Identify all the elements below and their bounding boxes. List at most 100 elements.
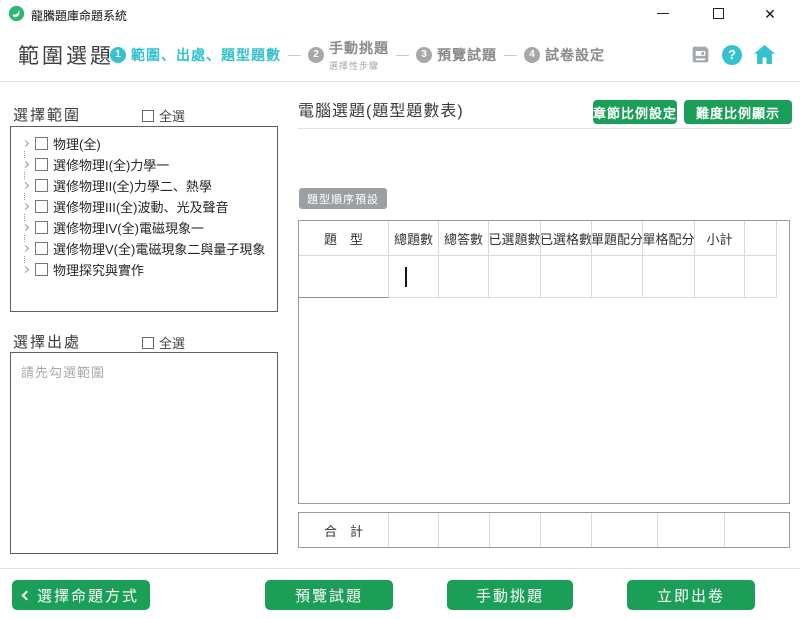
- step-2-number: 2: [308, 47, 324, 63]
- step-2-manual-pick[interactable]: 2 手動挑題 選擇性步驟: [308, 38, 389, 72]
- source-placeholder: 請先勾選範圍: [21, 365, 105, 380]
- page-title: 範圍選題: [18, 27, 114, 82]
- tree-item-label: 選修物理V(全)電磁現象二與量子現象: [53, 239, 265, 258]
- total-cell: [439, 513, 490, 547]
- col-header-subtotal: 小計: [695, 221, 745, 256]
- close-icon: ✕: [764, 7, 776, 21]
- expand-chevron-icon[interactable]: [18, 242, 32, 256]
- col-header-total-questions: 總題數: [389, 221, 439, 256]
- tree-item-checkbox[interactable]: [35, 221, 48, 234]
- col-header-question-type: 題 型: [299, 221, 389, 256]
- question-type-table: 題 型 總題數 總答數 已選題數 已選格數 單題配分 單格配分 小計: [298, 220, 790, 504]
- computer-selection-title: 電腦選題(題型題數表): [298, 97, 464, 121]
- maximize-icon: [713, 8, 724, 19]
- tree-item-inquiry-practice[interactable]: 物理探究與實作: [18, 259, 277, 280]
- home-button[interactable]: [753, 44, 776, 65]
- save-floppy-icon: [690, 44, 711, 65]
- question-mark-icon: ?: [728, 47, 736, 62]
- tree-item-physics-all[interactable]: 物理(全): [18, 133, 277, 154]
- range-tree-panel: 物理(全) 選修物理I(全)力學一 選修物理II(全)力學二、熱學 選修物理II…: [10, 126, 278, 312]
- page-header: 範圍選題 1 範圍、出處、題型題數 — 2 手動挑題 選擇性步驟 — 3 預覽試…: [0, 27, 800, 82]
- tree-item-checkbox[interactable]: [35, 137, 48, 150]
- range-select-all[interactable]: 全選: [142, 106, 185, 125]
- total-label-cell: 合 計: [299, 513, 389, 547]
- home-icon: [753, 44, 776, 65]
- range-select-all-checkbox[interactable]: [142, 110, 154, 122]
- table-cell-selected-blanks[interactable]: [541, 256, 592, 298]
- table-cell-points-per-blank[interactable]: [643, 256, 695, 298]
- tree-item-checkbox[interactable]: [35, 263, 48, 276]
- expand-chevron-icon[interactable]: [18, 200, 32, 214]
- back-to-method-button[interactable]: 選擇命題方式: [12, 580, 150, 610]
- table-cell-question-type[interactable]: [299, 256, 389, 298]
- minimize-button[interactable]: [646, 0, 680, 27]
- text-cursor: [405, 267, 407, 287]
- tree-item-elective-4[interactable]: 選修物理IV(全)電磁現象一: [18, 217, 277, 238]
- total-cell: [592, 513, 658, 547]
- close-button[interactable]: ✕: [753, 0, 787, 27]
- col-header-selected-questions: 已選題數: [489, 221, 541, 256]
- step-separator: —: [288, 47, 301, 62]
- footer-divider: [0, 568, 800, 569]
- step-1-label: 範圍、出處、題型題數: [131, 45, 281, 65]
- range-select-all-label: 全選: [159, 106, 185, 125]
- table-cell-selected-questions[interactable]: [489, 256, 541, 298]
- col-header-points-per-question: 單題配分: [592, 221, 643, 256]
- table-cell-empty: [745, 256, 777, 298]
- expand-chevron-icon[interactable]: [18, 221, 32, 235]
- col-header-points-per-blank: 單格配分: [643, 221, 695, 256]
- expand-chevron-icon[interactable]: [18, 158, 32, 172]
- tree-item-checkbox[interactable]: [35, 200, 48, 213]
- table-cell-subtotal[interactable]: [695, 256, 745, 298]
- expand-chevron-icon[interactable]: [18, 137, 32, 151]
- source-select-all-label: 全選: [159, 333, 185, 352]
- save-button[interactable]: [690, 44, 711, 65]
- tree-item-elective-5[interactable]: 選修物理V(全)電磁現象二與量子現象: [18, 238, 277, 259]
- step-1-range[interactable]: 1 範圍、出處、題型題數: [110, 45, 281, 65]
- step-2-label: 手動挑題: [329, 38, 389, 58]
- tree-item-elective-1[interactable]: 選修物理I(全)力學一: [18, 154, 277, 175]
- tree-item-label: 選修物理IV(全)電磁現象一: [53, 218, 204, 237]
- wizard-stepper: 1 範圍、出處、題型題數 — 2 手動挑題 選擇性步驟 — 3 預覽試題 — 4…: [110, 27, 605, 82]
- difficulty-ratio-button[interactable]: 難度比例顯示: [684, 100, 792, 124]
- step-3-label: 預覽試題: [437, 45, 497, 65]
- maximize-button[interactable]: [701, 0, 735, 27]
- step-4-label: 試卷設定: [545, 45, 605, 65]
- help-button[interactable]: ?: [722, 45, 742, 65]
- tree-item-elective-3[interactable]: 選修物理III(全)波動、光及聲音: [18, 196, 277, 217]
- tree-item-label: 物理探究與實作: [53, 260, 144, 279]
- app-window: 龍騰題庫命題系統 ✕ 範圍選題 1 範圍、出處、題型題數 — 2 手動挑題 選擇…: [0, 0, 800, 619]
- table-cell-total-answers[interactable]: [439, 256, 489, 298]
- expand-chevron-icon[interactable]: [18, 179, 32, 193]
- step-3-preview[interactable]: 3 預覽試題: [416, 45, 497, 65]
- back-button-label: 選擇命題方式: [37, 585, 139, 606]
- step-3-number: 3: [416, 47, 432, 63]
- minimize-icon: [657, 13, 669, 14]
- table-cell-points-per-question[interactable]: [592, 256, 643, 298]
- table-cell-total-questions-input[interactable]: [389, 256, 439, 298]
- generate-paper-button[interactable]: 立即出卷: [627, 580, 755, 610]
- manual-pick-button[interactable]: 手動挑題: [447, 580, 573, 610]
- source-select-all[interactable]: 全選: [142, 333, 185, 352]
- step-4-paper-settings[interactable]: 4 試卷設定: [524, 45, 605, 65]
- step-separator: —: [396, 47, 409, 62]
- tree-item-checkbox[interactable]: [35, 242, 48, 255]
- tree-item-checkbox[interactable]: [35, 158, 48, 171]
- window-title: 龍騰題庫命題系統: [31, 7, 127, 24]
- tree-item-elective-2[interactable]: 選修物理II(全)力學二、熱學: [18, 175, 277, 196]
- tree-item-checkbox[interactable]: [35, 179, 48, 192]
- right-panel-divider: [298, 128, 792, 129]
- step-2-subtitle: 選擇性步驟: [329, 59, 389, 72]
- tree-item-label: 選修物理I(全)力學一: [53, 155, 169, 174]
- type-order-default-badge[interactable]: 題型順序預設: [299, 188, 387, 209]
- step-separator: —: [504, 47, 517, 62]
- step-4-number: 4: [524, 47, 540, 63]
- chapter-ratio-button[interactable]: 章節比例設定: [593, 100, 677, 124]
- preview-questions-button[interactable]: 預覽試題: [265, 580, 393, 610]
- chevron-left-icon: [22, 590, 32, 600]
- tree-item-label: 物理(全): [53, 134, 101, 153]
- total-cell: [490, 513, 541, 547]
- source-select-all-checkbox[interactable]: [142, 337, 154, 349]
- total-cell: [725, 513, 789, 547]
- expand-chevron-icon[interactable]: [18, 263, 32, 277]
